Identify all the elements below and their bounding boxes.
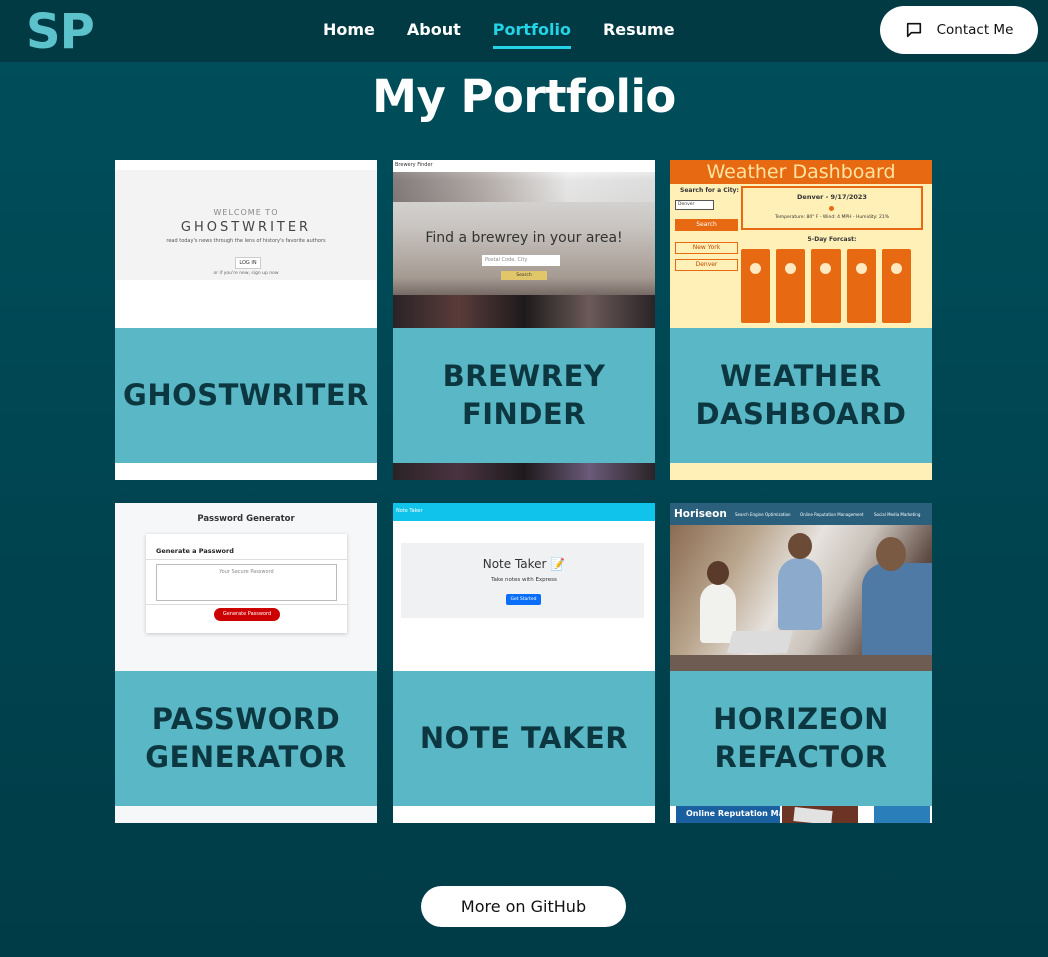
project-card-ghostwriter[interactable]: WELCOME TO GHOSTWRITER read today's news… <box>115 160 377 480</box>
project-preview: Password Generator Generate a Password Y… <box>115 503 377 671</box>
preview-subtext: Take notes with Express <box>491 577 557 583</box>
preview-history-item: Denver <box>675 259 738 271</box>
preview-header: Weather Dashboard <box>706 161 896 183</box>
preview-nav-item: Search Engine Optimization <box>735 512 791 517</box>
project-title-band: WEATHER DASHBOARD <box>670 328 932 463</box>
project-preview: Horiseon Search Engine Optimization Onli… <box>670 503 932 671</box>
project-title: GHOSTWRITER <box>123 377 369 412</box>
preview-current-city: Denver - 9/17/2023 <box>797 193 867 201</box>
project-title: WEATHER DASHBOARD <box>695 359 907 431</box>
preview-current-stats: Temperature: 80° F - Wind: 4 MPH - Humid… <box>775 215 889 220</box>
preview-nav-item: Online Reputation Management <box>800 512 864 517</box>
project-card-horizeon-refactor[interactable]: Horiseon Search Engine Optimization Onli… <box>670 503 932 823</box>
preview-brand: GHOSTWRITER <box>180 220 312 235</box>
project-title-band: PASSWORD GENERATOR <box>115 671 377 806</box>
preview-login-button: LOG IN <box>235 257 261 269</box>
preview-signup: or if you're new, sign up now <box>213 271 279 276</box>
project-preview: Weather Dashboard Search for a City: Den… <box>670 160 932 328</box>
preview-history-item: New York <box>675 242 738 254</box>
project-title-band: NOTE TAKER <box>393 671 655 806</box>
site-logo[interactable]: SP <box>26 4 95 60</box>
chat-icon <box>906 22 921 38</box>
preview-search-button: Search <box>501 271 547 280</box>
nav-link-home[interactable]: Home <box>323 20 375 49</box>
preview-search-button: Search <box>675 219 738 231</box>
preview-headline: Note Taker 📝 <box>482 557 566 571</box>
project-card-note-taker[interactable]: Note Taker Note Taker 📝 Take notes with … <box>393 503 655 823</box>
project-title: BREWREY FINDER <box>442 359 606 431</box>
preview-welcome: WELCOME TO <box>213 208 279 217</box>
nav-link-portfolio[interactable]: Portfolio <box>492 20 571 49</box>
nav-link-resume[interactable]: Resume <box>603 20 675 49</box>
project-preview: Brewery Finder Find a brewrey in your ar… <box>393 160 655 328</box>
project-title-band: GHOSTWRITER <box>115 328 377 463</box>
preview-city-input: Denver <box>675 200 714 210</box>
preview-get-started-button: Get Started <box>506 594 541 605</box>
page-title: My Portfolio <box>372 70 676 123</box>
preview-generate-button: Generate Password <box>214 608 280 621</box>
more-on-github-button[interactable]: More on GitHub <box>421 886 626 927</box>
preview-app-name: Note Taker <box>396 508 423 514</box>
project-title-band: HORIZEON REFACTOR <box>670 671 932 806</box>
preview-card-title: Generate a Password <box>156 547 234 555</box>
preview-nav-item: Social Media Marketing <box>874 512 921 517</box>
preview-brand: Horiseon <box>674 508 727 520</box>
preview-headline: Find a brewrey in your area! <box>425 230 623 246</box>
top-navbar: SP Home About Portfolio Resume Contact M… <box>0 0 1048 62</box>
project-preview: Note Taker Note Taker 📝 Take notes with … <box>393 503 655 671</box>
project-title: PASSWORD GENERATOR <box>145 702 347 774</box>
preview-header: Password Generator <box>197 514 295 524</box>
project-title: HORIZEON REFACTOR <box>713 702 889 774</box>
project-card-weather-dashboard[interactable]: Weather Dashboard Search for a City: Den… <box>670 160 932 480</box>
project-title-band: BREWREY FINDER <box>393 328 655 463</box>
project-card-brewrey-finder[interactable]: Brewery Finder Find a brewrey in your ar… <box>393 160 655 480</box>
preview-tagline: read today's news through the lens of hi… <box>166 238 326 244</box>
preview-forecast-title: 5-Day Forcast: <box>807 236 857 243</box>
contact-me-button[interactable]: Contact Me <box>880 6 1038 54</box>
preview-search-label: Search for a City: <box>680 187 739 194</box>
project-preview: WELCOME TO GHOSTWRITER read today's news… <box>115 160 377 328</box>
nav-link-about[interactable]: About <box>407 20 461 49</box>
preview-password-field: Your Secure Password <box>156 564 337 601</box>
contact-me-label: Contact Me <box>936 22 1014 38</box>
preview-search-input: Postal Code, City <box>482 255 560 266</box>
project-title: NOTE TAKER <box>419 720 629 755</box>
nav-links: Home About Portfolio Resume <box>323 20 675 49</box>
project-card-password-generator[interactable]: Password Generator Generate a Password Y… <box>115 503 377 823</box>
preview-app-name: Brewery Finder <box>395 162 433 168</box>
